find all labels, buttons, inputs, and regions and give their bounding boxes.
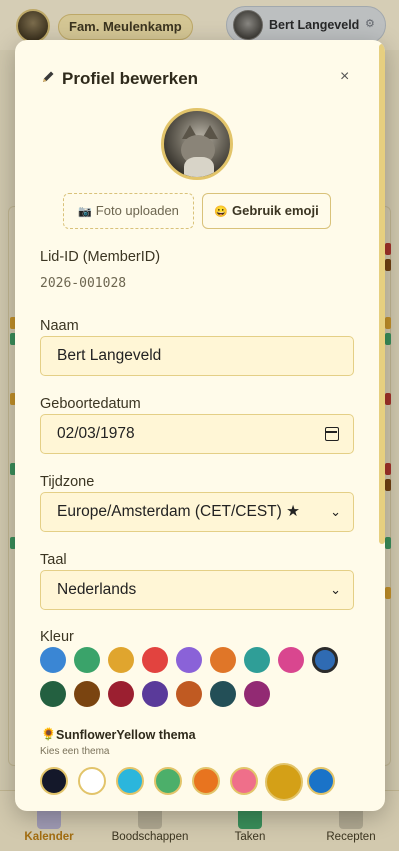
color-swatch[interactable] <box>108 647 134 673</box>
modal-scrollbar[interactable] <box>379 44 385 544</box>
birthdate-input[interactable]: 02/03/1978 <box>40 414 354 454</box>
theme-option[interactable] <box>230 767 258 795</box>
pencil-icon <box>43 71 54 82</box>
color-swatch[interactable] <box>210 647 236 673</box>
color-swatch[interactable] <box>312 647 338 673</box>
use-emoji-button[interactable]: 😀 Gebruik emoji <box>202 193 331 229</box>
theme-option[interactable] <box>192 767 220 795</box>
timezone-label: Tijdzone <box>40 474 95 490</box>
color-label: Kleur <box>40 629 74 645</box>
close-icon[interactable]: × <box>340 68 349 86</box>
theme-option[interactable] <box>154 767 182 795</box>
birthdate-input-value: 02/03/1978 <box>57 425 135 442</box>
calendar-icon[interactable] <box>325 427 339 441</box>
color-swatch[interactable] <box>142 681 168 707</box>
color-swatch[interactable] <box>108 681 134 707</box>
theme-option[interactable] <box>40 767 68 795</box>
cat-chest <box>184 157 214 177</box>
color-swatch[interactable] <box>176 681 202 707</box>
theme-subtitle: Kies een thema <box>40 746 110 757</box>
color-swatch[interactable] <box>40 647 66 673</box>
edit-profile-modal: Profiel bewerken × 📷 Foto uploaden 😀 Gebru… <box>15 40 385 811</box>
chevron-down-icon: ⌄ <box>330 504 341 519</box>
modal-title: Profiel bewerken <box>62 69 199 88</box>
theme-option[interactable] <box>78 767 106 795</box>
upload-photo-label: Foto uploaden <box>95 203 179 218</box>
theme-option[interactable] <box>307 767 335 795</box>
use-emoji-label: Gebruik emoji <box>232 203 319 218</box>
color-swatch[interactable] <box>278 647 304 673</box>
member-id-value: 2026-001028 <box>40 276 127 291</box>
timezone-select-value: Europe/Amsterdam (CET/CEST) ★ <box>57 503 301 520</box>
color-swatch[interactable] <box>142 647 168 673</box>
language-select[interactable]: Nederlands ⌄ <box>40 570 354 610</box>
color-swatch[interactable] <box>210 681 236 707</box>
chevron-down-icon: ⌄ <box>330 582 341 597</box>
color-swatch[interactable] <box>176 647 202 673</box>
color-swatch[interactable] <box>74 647 100 673</box>
timezone-select[interactable]: Europe/Amsterdam (CET/CEST) ★ ⌄ <box>40 492 354 532</box>
theme-option[interactable] <box>265 763 303 801</box>
theme-title: SunflowerYellow thema <box>56 728 196 742</box>
birthdate-label: Geboortedatum <box>40 396 141 412</box>
member-id-label: Lid-ID (MemberID) <box>40 249 161 265</box>
language-label: Taal <box>40 552 67 568</box>
upload-photo-button[interactable]: 📷 Foto uploaden <box>63 193 194 229</box>
profile-photo <box>161 108 233 180</box>
color-swatch[interactable] <box>244 647 270 673</box>
smiley-icon: 😀 <box>214 206 228 218</box>
color-swatch[interactable] <box>40 681 66 707</box>
language-select-value: Nederlands <box>57 581 137 598</box>
name-input[interactable]: Bert Langeveld <box>40 336 354 376</box>
color-swatch[interactable] <box>244 681 270 707</box>
color-swatch[interactable] <box>74 681 100 707</box>
name-input-value: Bert Langeveld <box>57 347 162 364</box>
theme-option[interactable] <box>116 767 144 795</box>
name-label: Naam <box>40 318 79 334</box>
camera-icon: 📷 <box>78 206 92 218</box>
sunflower-icon: 🌻 <box>41 727 56 741</box>
